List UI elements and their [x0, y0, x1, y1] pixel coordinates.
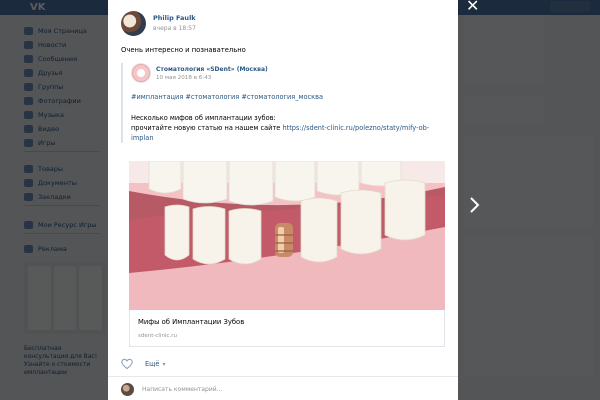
- link-card[interactable]: Мифы об Имплантации Зубов sdent-clinic.r…: [129, 310, 445, 347]
- sidebar-item: Реклама: [24, 243, 67, 254]
- sidebar-item-label: Новости: [38, 40, 67, 49]
- sidebar-item-label: Мои Ресурс Игры: [38, 220, 97, 229]
- chevron-down-icon: ▾: [162, 360, 166, 368]
- link-card-domain: sdent-clinic.ru: [138, 333, 177, 339]
- sidebar-item-label: Товары: [38, 164, 64, 173]
- post-time[interactable]: вчера в 18:57: [153, 25, 196, 32]
- sidebar-item-label: Музыка: [38, 110, 64, 119]
- more-button[interactable]: Ещё ▾: [145, 360, 165, 368]
- sidebar-item: Видео: [24, 123, 59, 134]
- sidebar-item-icon: [24, 244, 33, 253]
- like-heart-icon[interactable]: [121, 358, 133, 370]
- link-card-title[interactable]: Мифы об Имплантации Зубов: [138, 318, 244, 326]
- author-avatar[interactable]: [121, 10, 146, 36]
- sidebar-item-icon: [24, 82, 33, 91]
- sidebar-ad-text: Бесплатная консультация для Вас! Узнайте…: [24, 345, 98, 376]
- repost-line-2: прочитайте новую статью на нашем сайте: [131, 124, 281, 132]
- sidebar-item-label: Друзья: [38, 68, 63, 77]
- sidebar-item-icon: [24, 110, 33, 119]
- close-icon[interactable]: ✕: [466, 0, 482, 14]
- sidebar-item-icon: [24, 138, 33, 147]
- repost-block: Стоматология «SDent» (Москва) 10 мая 201…: [121, 63, 451, 143]
- sidebar-separator: [24, 233, 100, 234]
- repost-time[interactable]: 10 мая 2018 в 6:43: [156, 75, 268, 81]
- next-arrow-icon[interactable]: [468, 197, 480, 213]
- sidebar-item-label: Сообщения: [38, 54, 78, 63]
- sidebar-item: Друзья: [24, 67, 62, 78]
- sidebar-item-icon: [24, 26, 33, 35]
- sidebar-separator: [24, 205, 100, 206]
- sidebar-item-icon: [24, 220, 33, 229]
- sidebar-item-label: Группы: [38, 82, 64, 91]
- sidebar-item: Мои Ресурс Игры: [24, 219, 97, 230]
- sidebar-item-label: Видео: [38, 124, 60, 133]
- sidebar-item: Музыка: [24, 109, 64, 120]
- sidebar-item: Группы: [24, 81, 64, 92]
- commenter-avatar: [121, 383, 134, 396]
- sidebar-item: Игры: [24, 137, 56, 148]
- comment-input[interactable]: [142, 383, 432, 396]
- article-photo[interactable]: [129, 161, 445, 310]
- sidebar-item-label: Документы: [38, 178, 77, 187]
- sidebar-item-icon: [24, 96, 33, 105]
- sidebar-item: Товары: [24, 163, 63, 174]
- sidebar-item-label: Моя Страница: [38, 26, 87, 35]
- sidebar-item: Закладки: [24, 191, 71, 202]
- author-name[interactable]: Philip Faulk: [153, 14, 196, 22]
- more-label: Ещё: [145, 360, 160, 368]
- sidebar-item-icon: [24, 54, 33, 63]
- post-text: Очень интересно и познавательно: [121, 46, 246, 54]
- comment-row: [121, 383, 432, 396]
- sidebar-item-icon: [24, 164, 33, 173]
- sidebar-ad-image: [24, 262, 106, 334]
- repost-author[interactable]: Стоматология «SDent» (Москва): [156, 66, 268, 73]
- sidebar-item: Сообщения: [24, 53, 77, 64]
- repost-body: Несколько мифов об имплантации зубов: пр…: [131, 113, 451, 143]
- sidebar-item-icon: [24, 68, 33, 77]
- sidebar-item-label: Реклама: [38, 244, 67, 253]
- sidebar-item: Фотографии: [24, 95, 81, 106]
- sidebar-item: Моя Страница: [24, 25, 87, 36]
- sidebar-item: Документы: [24, 177, 77, 188]
- post-header: Philip Faulk вчера в 18:57: [121, 10, 196, 36]
- repost-avatar[interactable]: [131, 63, 151, 83]
- sidebar-item-icon: [24, 192, 33, 201]
- sidebar-item-icon: [24, 178, 33, 187]
- sidebar-item-label: Игры: [38, 138, 56, 147]
- hashtags[interactable]: #имплантация #стоматология #стоматология…: [131, 93, 451, 101]
- vk-logo: VK: [30, 2, 46, 13]
- sidebar-item-label: Фотографии: [38, 96, 81, 105]
- top-user-menu: [550, 1, 590, 12]
- sidebar-item: Новости: [24, 39, 66, 50]
- comments-divider: [108, 376, 458, 377]
- sidebar-item-label: Закладки: [38, 192, 71, 201]
- left-sidebar: Моя Страница Новости Сообщения Друзья Группы…: [0, 15, 108, 400]
- sidebar-separator: [24, 151, 100, 152]
- sidebar-item-icon: [24, 124, 33, 133]
- repost-line-1: Несколько мифов об имплантации зубов:: [131, 114, 276, 122]
- sidebar-item-icon: [24, 40, 33, 49]
